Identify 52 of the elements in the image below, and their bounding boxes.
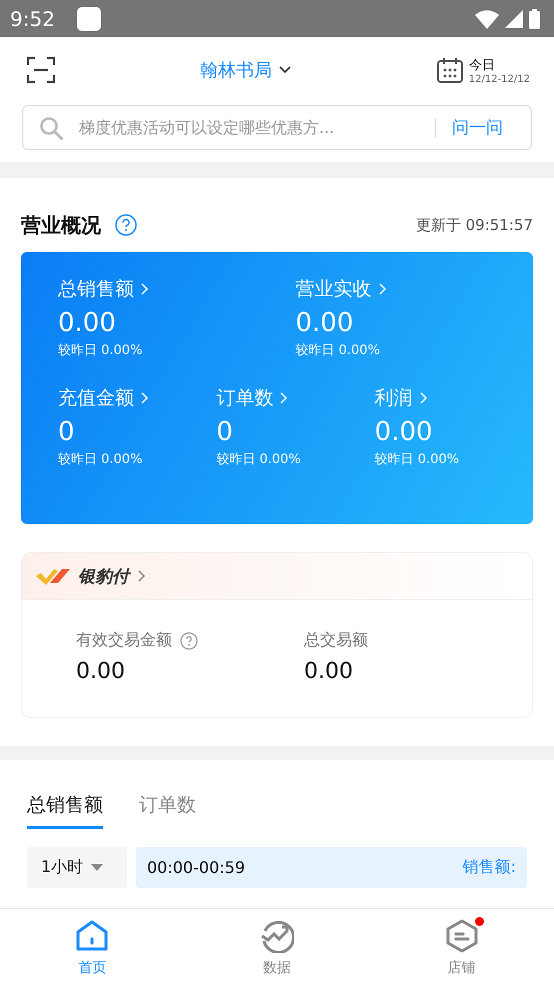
dropdown-caret-icon	[91, 864, 104, 871]
section-title: 营业概况	[21, 212, 101, 238]
metric-compare: 较昨日 0.00%	[374, 451, 460, 468]
amount-label: 销售额:	[462, 857, 516, 878]
help-icon[interactable]	[180, 632, 198, 650]
metric-label[interactable]: 营业实收	[296, 276, 372, 302]
payment-value: 0.00	[304, 659, 354, 684]
brand-logo-icon	[36, 567, 70, 585]
chart-icon	[260, 919, 294, 953]
battery-icon	[529, 8, 540, 28]
metric-label[interactable]: 充值金额	[58, 385, 134, 411]
calendar-icon[interactable]	[436, 57, 463, 83]
nav-tab[interactable]: 数据	[184, 909, 370, 984]
metric-value: 0.00	[296, 308, 354, 338]
payment-label: 有效交易金额	[76, 630, 172, 651]
tab[interactable]: 总销售额	[27, 792, 103, 829]
date-range: 12/12-12/12	[468, 74, 530, 84]
notification-icon	[76, 6, 101, 30]
tab[interactable]: 订单数	[139, 792, 196, 829]
status-time: 9:52	[10, 6, 55, 30]
metric-label[interactable]: 总销售额	[58, 276, 134, 302]
nav-tab[interactable]: 首页	[0, 909, 185, 984]
time-range: 00:00-00:59	[147, 858, 245, 877]
metric-compare: 较昨日 0.00%	[216, 451, 302, 468]
metric-value: 0.00	[58, 308, 117, 338]
period-dropdown[interactable]: 1小时	[27, 847, 127, 888]
search-field[interactable]: 梯度优惠活动可以设定哪些优惠方... 问一问	[22, 105, 532, 150]
scan-icon[interactable]	[27, 56, 55, 84]
store-icon	[444, 919, 479, 953]
metric-value: 0.00	[374, 417, 434, 447]
metric-label[interactable]: 订单数	[216, 385, 274, 411]
chevron-down-icon[interactable]	[278, 65, 292, 75]
date-label: 今日	[468, 56, 496, 74]
metric-compare: 较昨日 0.00%	[58, 342, 144, 359]
ask-button[interactable]: 问一问	[450, 116, 515, 139]
metric-label[interactable]: 利润	[374, 385, 413, 411]
update-time: 更新于 09:51:57	[416, 216, 533, 234]
signal-icon	[505, 10, 523, 28]
metric-compare: 较昨日 0.00%	[58, 451, 144, 468]
brand-name: 银豹付	[78, 564, 129, 588]
nav-tab[interactable]: 店铺	[369, 909, 554, 984]
search-icon	[39, 116, 63, 140]
home-icon	[75, 919, 110, 953]
help-icon[interactable]	[115, 214, 137, 236]
metric-value: 0	[58, 417, 76, 447]
wifi-icon	[475, 8, 499, 28]
metric-value: 0	[216, 417, 234, 447]
chevron-right-icon[interactable]	[137, 569, 146, 583]
store-name[interactable]: 翰林书局	[200, 58, 272, 82]
payment-label: 总交易额	[304, 630, 368, 651]
metric-compare: 较昨日 0.00%	[296, 342, 381, 359]
payment-value: 0.00	[76, 659, 126, 684]
